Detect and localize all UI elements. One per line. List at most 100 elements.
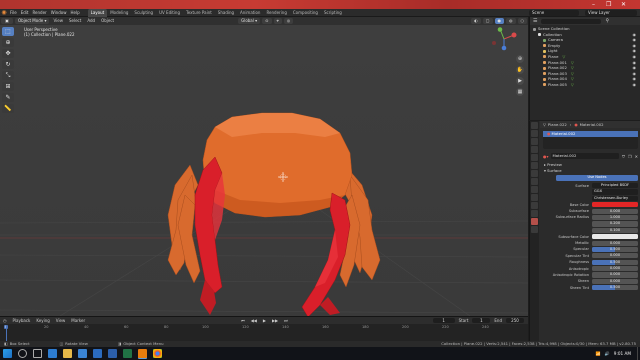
tab-compositing[interactable]: Compositing: [290, 9, 321, 17]
orientation-selector[interactable]: Global ▾: [238, 18, 261, 24]
end-frame-field[interactable]: 250: [506, 318, 524, 323]
prev-keyframe-icon[interactable]: ◀◀: [248, 317, 260, 324]
material-name-field[interactable]: Material.002: [550, 153, 620, 159]
scene-tab-icon[interactable]: [531, 154, 538, 161]
viewport-menu-object[interactable]: Object: [98, 17, 117, 25]
playhead[interactable]: [6, 325, 7, 342]
world-tab-icon[interactable]: [531, 162, 538, 169]
texture-tab-icon[interactable]: [531, 226, 538, 233]
pivot-icon[interactable]: ⊙: [262, 18, 272, 24]
number-field[interactable]: 1.000: [592, 214, 638, 221]
slider-field[interactable]: 0.500: [592, 259, 638, 265]
outliner-item[interactable]: Plane.005 ▽ ◉: [530, 82, 640, 88]
number-field[interactable]: 0.000: [592, 208, 638, 214]
tab-texture-paint[interactable]: Texture Paint: [183, 9, 215, 17]
pan-icon[interactable]: ✋: [516, 66, 524, 74]
timeline-ruler[interactable]: 0 20 40 60 80 100 120 140 160 180 200 22…: [0, 325, 528, 331]
number-field[interactable]: 0.200: [592, 221, 638, 227]
number-field[interactable]: 0.000: [592, 272, 638, 278]
tool-tab-icon[interactable]: [531, 122, 538, 129]
viewport-menu-view[interactable]: View: [50, 17, 66, 25]
timeline-editor-icon[interactable]: ◷: [0, 317, 10, 324]
object-tab-icon[interactable]: [531, 170, 538, 177]
annotate-tool-icon[interactable]: ✎: [2, 93, 14, 102]
render-tab-icon[interactable]: [531, 130, 538, 137]
tab-modeling[interactable]: Modeling: [107, 9, 131, 17]
visibility-eye-icon[interactable]: ◉: [633, 82, 637, 88]
mode-selector[interactable]: Object Mode ▾: [15, 18, 50, 24]
select-box-tool-icon[interactable]: ⬚: [2, 27, 14, 36]
maximize-icon[interactable]: ❐: [606, 1, 611, 8]
surface-panel-header[interactable]: ▾ Surface: [540, 168, 640, 174]
transform-tool-icon[interactable]: ⊞: [2, 82, 14, 91]
tab-rendering[interactable]: Rendering: [263, 9, 289, 17]
use-nodes-button[interactable]: Use Nodes: [556, 175, 638, 181]
slider-field[interactable]: 0.500: [592, 285, 638, 291]
modifier-tab-icon[interactable]: [531, 178, 538, 185]
file-explorer-icon[interactable]: [63, 349, 72, 358]
ortho-toggle-icon[interactable]: ▦: [516, 88, 524, 96]
edge-icon[interactable]: [48, 349, 57, 358]
fake-user-icon[interactable]: ⛉: [622, 154, 625, 159]
tab-animation[interactable]: Animation: [237, 9, 263, 17]
shading-solid-icon[interactable]: ●: [494, 18, 504, 24]
constraints-tab-icon[interactable]: [531, 202, 538, 209]
material-slot-list[interactable]: ● Material.002: [543, 131, 638, 149]
blender-logo-icon[interactable]: ◉: [0, 9, 8, 17]
word-icon[interactable]: [108, 349, 117, 358]
chrome-icon[interactable]: [153, 349, 162, 358]
editor-type-icon[interactable]: ▣: [1, 18, 13, 24]
duplicate-icon[interactable]: ❐: [628, 154, 632, 159]
distribution-selector[interactable]: GGX: [592, 189, 638, 195]
physics-tab-icon[interactable]: [531, 194, 538, 201]
timeline-editor[interactable]: ◷ Playback Keying View Marker ⏮ ◀◀ ▶ ▶▶ …: [0, 316, 528, 342]
cursor-tool-icon[interactable]: ⊕: [2, 38, 14, 47]
timeline-menu-view[interactable]: View: [53, 317, 69, 324]
windows-start-icon[interactable]: [3, 349, 12, 358]
minimize-icon[interactable]: –: [592, 1, 595, 8]
store-icon[interactable]: [78, 349, 87, 358]
tray-volume-icon[interactable]: 🔊: [605, 351, 610, 356]
subsurface-method-selector[interactable]: Christensen-Burley: [592, 195, 638, 201]
excel-icon[interactable]: [123, 349, 132, 358]
color-swatch[interactable]: [592, 234, 638, 240]
tab-shading[interactable]: Shading: [215, 9, 237, 17]
move-tool-icon[interactable]: ✥: [2, 49, 14, 58]
properties-editor[interactable]: ▽ Plane.022 › ● Material.002 ● Material.…: [529, 121, 640, 341]
current-frame-field[interactable]: 1: [432, 318, 455, 323]
outliner-editor-icon[interactable]: ☰: [533, 18, 537, 24]
tab-layout[interactable]: Layout: [87, 8, 108, 17]
unlink-icon[interactable]: ✕: [635, 154, 638, 159]
measure-tool-icon[interactable]: 📏: [2, 104, 14, 113]
zoom-icon[interactable]: ⊕: [516, 55, 524, 63]
color-swatch[interactable]: [592, 202, 638, 208]
viewport-menu-add[interactable]: Add: [84, 17, 98, 25]
menu-help[interactable]: Help: [68, 9, 81, 17]
data-tab-icon[interactable]: [531, 210, 538, 217]
number-field[interactable]: 0.100: [592, 227, 638, 233]
timeline-menu-keying[interactable]: Keying: [33, 317, 52, 324]
outliner[interactable]: ☰ ⚲ Scene Collection Collection ◉ Camera ◉…: [529, 17, 640, 120]
camera-view-icon[interactable]: ▶: [516, 77, 524, 85]
3d-viewport[interactable]: User Perspective (1) Collection | Plane.…: [0, 25, 528, 316]
filter-icon[interactable]: ⚲: [605, 18, 609, 24]
tab-uv-editing[interactable]: UV Editing: [156, 9, 183, 17]
snap-icon[interactable]: ⌖: [273, 18, 282, 24]
navigation-gizmo[interactable]: [490, 27, 518, 51]
particles-tab-icon[interactable]: [531, 186, 538, 193]
viewport-menu-select[interactable]: Select: [66, 17, 84, 25]
number-field[interactable]: 0.000: [592, 240, 638, 246]
cortana-icon[interactable]: [18, 349, 27, 358]
xray-icon[interactable]: ▢: [482, 18, 493, 24]
jump-start-icon[interactable]: ⏮: [238, 317, 248, 324]
clock[interactable]: 9:01 AM: [614, 351, 631, 356]
close-icon[interactable]: ✕: [621, 1, 626, 8]
view-layer-tab-icon[interactable]: [531, 146, 538, 153]
mail-icon[interactable]: [93, 349, 102, 358]
timeline-menu-playback[interactable]: Playback: [10, 317, 34, 324]
number-field[interactable]: 0.000: [592, 266, 638, 272]
outliner-search-input[interactable]: [541, 18, 602, 24]
view-layer-selector[interactable]: View Layer: [585, 10, 637, 16]
scale-tool-icon[interactable]: ⤡: [2, 71, 14, 80]
surface-shader-selector[interactable]: Principled BSDF: [592, 183, 638, 189]
